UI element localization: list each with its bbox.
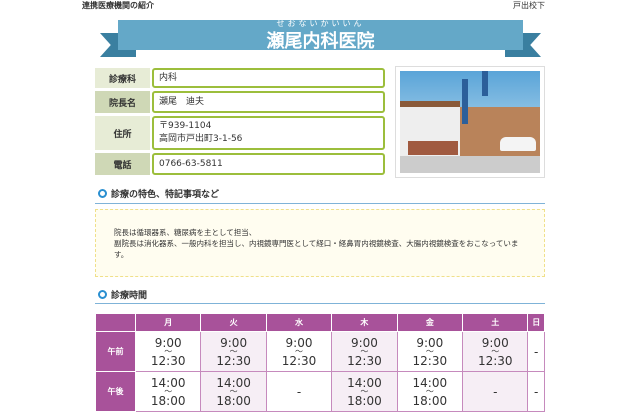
value-department: 内科 xyxy=(152,68,385,88)
hours-cell: 14:00 〜 18:00 xyxy=(134,371,202,412)
value-address: 〒939-1104 高岡市戸出町3-1-56 xyxy=(152,116,385,150)
close-time: 18:00 xyxy=(412,393,448,408)
hours-heading: 診療時間 xyxy=(98,288,147,301)
hours-cell: 9:00 〜 12:30 xyxy=(331,331,398,372)
close-time: 12:30 xyxy=(281,353,317,368)
hours-cell: 9:00 〜 12:30 xyxy=(462,331,529,372)
address-text: 高岡市戸出町3-1-56 xyxy=(159,134,243,144)
closed-mark: - xyxy=(296,384,302,399)
heading-text: 診療時間 xyxy=(111,291,148,301)
period-label: 午後 xyxy=(95,371,136,412)
hours-table: 月火水木金土日 午前 9:00 〜 12:30 9:00 〜 12:30 9:00 〜 12:30… xyxy=(95,313,545,412)
hours-cell: - xyxy=(527,371,545,412)
closed-mark: - xyxy=(493,384,498,399)
hours-cell: 14:00 〜 18:00 xyxy=(396,371,464,412)
close-time: 18:00 xyxy=(150,393,186,408)
corner-cell xyxy=(95,313,136,332)
features-heading: 診療の特色、特記事項など xyxy=(98,187,219,200)
day-header: 月 xyxy=(134,313,202,332)
day-header: 火 xyxy=(200,313,267,332)
hours-cell: 9:00 〜 12:30 xyxy=(134,331,202,372)
phone-text: 0766-63-5811 xyxy=(159,158,223,169)
divider xyxy=(95,203,545,204)
close-time: 12:30 xyxy=(412,353,448,368)
hours-cell: 9:00 〜 12:30 xyxy=(265,331,333,372)
clinic-name: 瀬尾内科医院 xyxy=(266,31,375,52)
hours-cell: 14:00 〜 18:00 xyxy=(331,371,398,412)
close-time: 12:30 xyxy=(150,353,186,368)
close-time: 12:30 xyxy=(477,353,513,368)
period-label: 午前 xyxy=(95,331,136,372)
divider xyxy=(95,303,545,304)
clinic-photo xyxy=(395,66,545,178)
clinic-banner: せおないかいいん 瀬尾内科医院 xyxy=(118,19,523,52)
day-header: 金 xyxy=(396,313,464,332)
value-director: 瀬尾 迪夫 xyxy=(152,91,385,113)
section-title: 連携医療機関の紹介 xyxy=(82,1,154,10)
close-time: 12:30 xyxy=(347,353,382,368)
note-line: 院長は循環器系、糖尿病を主として担当、 xyxy=(114,228,257,237)
closed-mark: - xyxy=(534,344,539,359)
close-time: 12:30 xyxy=(216,353,251,368)
close-time: 18:00 xyxy=(347,393,382,408)
label-phone: 電話 xyxy=(95,153,150,175)
day-header: 木 xyxy=(331,313,398,332)
hours-row: 午前 9:00 〜 12:30 9:00 〜 12:30 9:00 〜 12:30 9:00 〜 12:… xyxy=(95,331,545,372)
day-header: 水 xyxy=(265,313,333,332)
label-department: 診療科 xyxy=(95,68,150,88)
postal-code: 〒939-1104 xyxy=(159,121,212,131)
area-label: 戸出校下 xyxy=(513,1,545,10)
hours-cell: 14:00 〜 18:00 xyxy=(200,371,267,412)
label-address: 住所 xyxy=(95,116,150,150)
features-note: 院長は循環器系、糖尿病を主として担当、 副院長は消化器系、一般内科を担当し、内視… xyxy=(95,209,545,277)
close-time: 18:00 xyxy=(216,393,251,408)
label-director: 院長名 xyxy=(95,91,150,113)
day-header: 日 xyxy=(527,313,545,332)
value-text: 内科 xyxy=(159,72,178,83)
hours-row: 午後 14:00 〜 18:00 14:00 〜 18:00-14:00 〜 18:00 14:0… xyxy=(95,371,545,412)
circle-bullet-icon xyxy=(98,290,107,299)
circle-bullet-icon xyxy=(98,189,107,198)
hours-cell: 9:00 〜 12:30 xyxy=(396,331,464,372)
value-phone[interactable]: 0766-63-5811 xyxy=(152,153,385,175)
hours-cell: - xyxy=(462,371,529,412)
hours-cell: 9:00 〜 12:30 xyxy=(200,331,267,372)
note-line: 副院長は消化器系、一般内科を担当し、内視鏡専門医として経口・経鼻胃内視鏡検査、大… xyxy=(114,239,519,259)
day-header: 土 xyxy=(462,313,529,332)
heading-text: 診療の特色、特記事項など xyxy=(111,190,220,200)
hours-cell: - xyxy=(265,371,333,412)
hours-cell: - xyxy=(527,331,545,372)
closed-mark: - xyxy=(534,384,539,399)
value-text: 瀬尾 迪夫 xyxy=(159,96,205,107)
